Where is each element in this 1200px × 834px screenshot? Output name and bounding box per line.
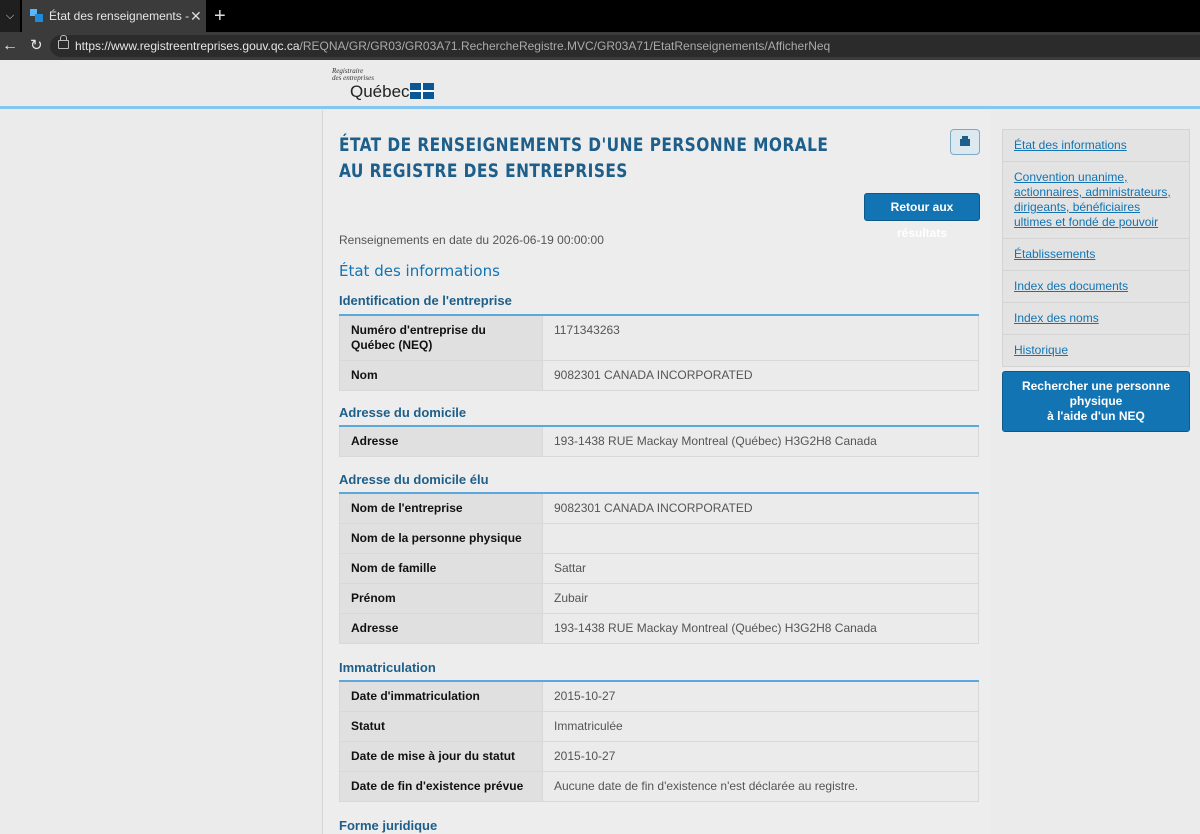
logo-name: Québec: [350, 82, 410, 101]
table-row: Date de fin d'existence prévue Aucune dat…: [339, 772, 979, 802]
row-value: 9082301 CANADA INCORPORATED: [542, 361, 978, 390]
reload-icon[interactable]: ↻: [30, 32, 43, 60]
table-row: Prénom Zubair: [339, 584, 979, 614]
printer-icon: [960, 136, 970, 146]
row-value: 1171343263: [542, 316, 978, 360]
sidebar-item-etablissements[interactable]: Établissements: [1003, 239, 1189, 271]
browser-tab[interactable]: État des renseignements - Revenu Québec …: [22, 0, 206, 32]
table-row: Adresse 193-1438 RUE Mackay Montreal (Qué…: [339, 614, 979, 644]
url-field[interactable]: https://www.registreentreprises.gouv.qc.…: [50, 35, 1200, 57]
neq-button-line2: à l'aide d'un NEQ: [1047, 409, 1145, 423]
print-button[interactable]: [950, 129, 980, 155]
lock-icon[interactable]: [58, 35, 69, 49]
immatriculation-table: Date d'immatriculation 2015-10-27 Statut I…: [339, 680, 979, 802]
row-label: Date de mise à jour du statut: [340, 742, 542, 771]
row-label: Prénom: [340, 584, 542, 613]
table-row: Statut Immatriculée: [339, 712, 979, 742]
row-label: Date de fin d'existence prévue: [340, 772, 542, 801]
row-value: [542, 524, 978, 553]
row-value: 193-1438 RUE Mackay Montreal (Québec) H3…: [542, 427, 978, 456]
browser-tab-strip: ⌵ État des renseignements - Revenu Québe…: [0, 0, 1200, 32]
page-title: ÉTAT DE RENSEIGNEMENTS D'UNE PERSONNE MO…: [339, 134, 829, 182]
row-value: Aucune date de fin d'existence n'est déc…: [542, 772, 978, 801]
group-title-domicile-elu: Adresse du domicile élu: [339, 472, 489, 487]
group-title-immatriculation: Immatriculation: [339, 660, 436, 675]
tab-title: État des renseignements - Revenu Québec: [49, 9, 189, 23]
row-label: Statut: [340, 712, 542, 741]
table-row: Nom de la personne physique: [339, 524, 979, 554]
fleurdelise-flag-icon: [410, 83, 434, 99]
sidebar-item-convention[interactable]: Convention unanime, actionnaires, admini…: [1003, 162, 1189, 239]
return-to-results-button[interactable]: Retour aux résultats: [864, 193, 980, 240]
row-label: Nom de la personne physique: [340, 524, 542, 553]
row-label: Nom de famille: [340, 554, 542, 583]
neq-button-line1: Rechercher une personne physique: [1021, 379, 1171, 408]
url-path: /REQNA/GR/GR03/GR03A71.RechercheRegistre…: [299, 39, 831, 53]
row-value: 9082301 CANADA INCORPORATED: [542, 494, 978, 523]
row-value: Sattar: [542, 554, 978, 583]
row-label: Date d'immatriculation: [340, 682, 542, 711]
domicile-table: Adresse 193-1438 RUE Mackay Montreal (Qué…: [339, 425, 979, 457]
group-title-forme-juridique: Forme juridique: [339, 818, 438, 833]
url-host: https://www.registreentreprises.gouv.qc.…: [75, 39, 300, 53]
table-row: Adresse 193-1438 RUE Mackay Montreal (Qué…: [339, 427, 979, 457]
url-text: https://www.registreentreprises.gouv.qc.…: [75, 35, 830, 57]
sidebar-item-etat-informations[interactable]: État des informations: [1003, 130, 1189, 162]
row-label: Adresse: [340, 427, 542, 456]
section-title: État des informations: [339, 262, 500, 280]
new-tab-icon[interactable]: +: [214, 0, 226, 32]
site-header: Registraire des entreprises Québec: [0, 60, 1200, 109]
address-bar: ← ↻ https://www.registreentreprises.gouv…: [0, 32, 1200, 60]
table-row: Nom de famille Sattar: [339, 554, 979, 584]
row-label: Numéro d'entreprise du Québec (NEQ): [340, 316, 542, 360]
info-date: Renseignements en date du 2026-06-19 00:…: [339, 233, 604, 247]
row-value: Immatriculée: [542, 712, 978, 741]
sidebar-item-historique[interactable]: Historique: [1003, 335, 1189, 366]
main-content: ÉTAT DE RENSEIGNEMENTS D'UNE PERSONNE MO…: [322, 110, 991, 834]
identification-table: Numéro d'entreprise du Québec (NEQ) 11713…: [339, 314, 979, 391]
table-row: Numéro d'entreprise du Québec (NEQ) 11713…: [339, 316, 979, 361]
row-label: Adresse: [340, 614, 542, 643]
row-label: Nom: [340, 361, 542, 390]
row-label: Nom de l'entreprise: [340, 494, 542, 523]
table-row: Nom de l'entreprise 9082301 CANADA INCORP…: [339, 494, 979, 524]
search-person-by-neq-button[interactable]: Rechercher une personne physique à l'aid…: [1002, 371, 1190, 432]
back-arrow-icon[interactable]: ←: [2, 32, 18, 60]
tab-search-chevron-icon[interactable]: ⌵: [0, 0, 20, 32]
domicile-elu-table: Nom de l'entreprise 9082301 CANADA INCORP…: [339, 492, 979, 644]
row-value: Zubair: [542, 584, 978, 613]
table-row: Date de mise à jour du statut 2015-10-27: [339, 742, 979, 772]
table-row: Nom 9082301 CANADA INCORPORATED: [339, 361, 979, 391]
row-value: 2015-10-27: [542, 682, 978, 711]
sidebar-item-index-noms[interactable]: Index des noms: [1003, 303, 1189, 335]
row-value: 193-1438 RUE Mackay Montreal (Québec) H3…: [542, 614, 978, 643]
quebec-logo[interactable]: Registraire des entreprises Québec: [332, 68, 442, 108]
site-favicon-icon: [30, 9, 43, 22]
sidebar-item-index-documents[interactable]: Index des documents: [1003, 271, 1189, 303]
group-title-identification: Identification de l'entreprise: [339, 293, 512, 308]
sidebar-nav: État des informations Convention unanime…: [1002, 129, 1190, 367]
group-title-domicile: Adresse du domicile: [339, 405, 467, 420]
close-tab-icon[interactable]: ✕: [190, 0, 202, 32]
row-value: 2015-10-27: [542, 742, 978, 771]
logo-line2: des entreprises: [332, 74, 374, 82]
table-row: Date d'immatriculation 2015-10-27: [339, 682, 979, 712]
